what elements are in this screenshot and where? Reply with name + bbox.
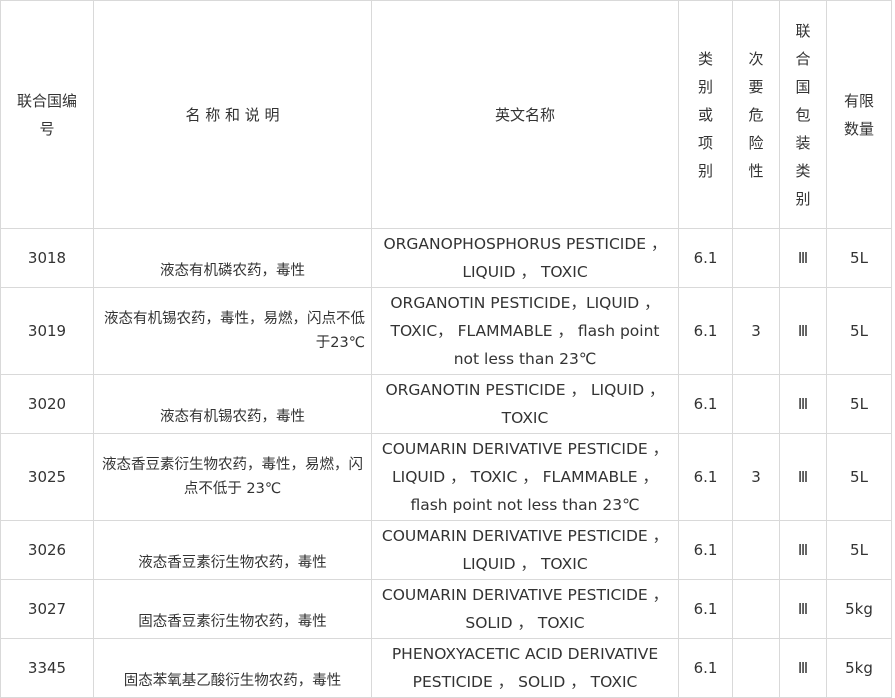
- name-description-cell: 固态苯氧基乙酸衍生物农药，毒性: [93, 638, 372, 698]
- limited-quantity-cell: 5L: [826, 374, 892, 434]
- class-cell: 6.1: [678, 638, 733, 698]
- english-name-cell: PHENOXYACETIC ACID DERIVATIVE PESTICIDE …: [371, 638, 679, 698]
- header-name-description: 名 称 和 说 明: [93, 0, 372, 229]
- class-cell: 6.1: [678, 287, 733, 375]
- table-row: 3019 液态有机锡农药，毒性，易燃，闪点不低于23℃ ORGANOTIN PE…: [0, 287, 892, 375]
- limited-quantity-cell: 5L: [826, 287, 892, 375]
- packing-group-cell: Ⅲ: [779, 520, 827, 580]
- name-description-cell: 液态香豆素衍生物农药，毒性，易燃，闪点不低于 23℃: [93, 433, 372, 521]
- packing-group-cell: Ⅲ: [779, 638, 827, 698]
- packing-group-cell: Ⅲ: [779, 579, 827, 639]
- header-subsidiary-risk: 次要危险性: [732, 0, 780, 229]
- table-row: 3025 液态香豆素衍生物农药，毒性，易燃，闪点不低于 23℃ COUMARIN…: [0, 433, 892, 521]
- name-description-cell: 液态有机锡农药，毒性: [93, 374, 372, 434]
- english-name-cell: COUMARIN DERIVATIVE PESTICIDE ， SOLID ， …: [371, 579, 679, 639]
- header-packing-group: 联合国包装类别: [779, 0, 827, 229]
- un-number-cell: 3345: [0, 638, 94, 698]
- subsidiary-risk-cell: [732, 638, 780, 698]
- un-number-cell: 3019: [0, 287, 94, 375]
- header-limited-quantity: 有限数量: [826, 0, 892, 229]
- class-cell: 6.1: [678, 433, 733, 521]
- class-cell: 6.1: [678, 374, 733, 434]
- un-number-cell: 3025: [0, 433, 94, 521]
- subsidiary-risk-cell: 3: [732, 433, 780, 521]
- subsidiary-risk-cell: [732, 579, 780, 639]
- english-name-cell: COUMARIN DERIVATIVE PESTICIDE ， LIQUID ，…: [371, 433, 679, 521]
- packing-group-cell: Ⅲ: [779, 287, 827, 375]
- name-description-cell: 液态有机锡农药，毒性，易燃，闪点不低于23℃: [93, 287, 372, 375]
- packing-group-cell: Ⅲ: [779, 374, 827, 434]
- dangerous-goods-table: 联合国编号 名 称 和 说 明 英文名称 类别或项别 次要危险性 联合国包装类别…: [0, 0, 892, 698]
- subsidiary-risk-cell: [732, 228, 780, 288]
- name-description-cell: 液态香豆素衍生物农药，毒性: [93, 520, 372, 580]
- english-name-cell: ORGANOTIN PESTICIDE ， LIQUID ， TOXIC: [371, 374, 679, 434]
- table-row: 3027 固态香豆素衍生物农药，毒性 COUMARIN DERIVATIVE P…: [0, 579, 892, 639]
- limited-quantity-cell: 5kg: [826, 638, 892, 698]
- name-description-cell: 固态香豆素衍生物农药，毒性: [93, 579, 372, 639]
- english-name-cell: ORGANOPHOSPHORUS PESTICIDE ， LIQUID ， TO…: [371, 228, 679, 288]
- limited-quantity-cell: 5L: [826, 228, 892, 288]
- un-number-cell: 3018: [0, 228, 94, 288]
- un-number-cell: 3026: [0, 520, 94, 580]
- name-description-cell: 液态有机磷农药，毒性: [93, 228, 372, 288]
- table-row: 3020 液态有机锡农药，毒性 ORGANOTIN PESTICIDE ， LI…: [0, 374, 892, 434]
- subsidiary-risk-cell: [732, 374, 780, 434]
- subsidiary-risk-cell: [732, 520, 780, 580]
- limited-quantity-cell: 5kg: [826, 579, 892, 639]
- table-header-row: 联合国编号 名 称 和 说 明 英文名称 类别或项别 次要危险性 联合国包装类别…: [0, 0, 892, 229]
- un-number-cell: 3020: [0, 374, 94, 434]
- header-class: 类别或项别: [678, 0, 733, 229]
- subsidiary-risk-cell: 3: [732, 287, 780, 375]
- table-row: 3018 液态有机磷农药，毒性 ORGANOPHOSPHORUS PESTICI…: [0, 228, 892, 288]
- packing-group-cell: Ⅲ: [779, 228, 827, 288]
- un-number-cell: 3027: [0, 579, 94, 639]
- class-cell: 6.1: [678, 228, 733, 288]
- limited-quantity-cell: 5L: [826, 433, 892, 521]
- packing-group-cell: Ⅲ: [779, 433, 827, 521]
- header-english-name: 英文名称: [371, 0, 679, 229]
- table-row: 3345 固态苯氧基乙酸衍生物农药，毒性 PHENOXYACETIC ACID …: [0, 638, 892, 698]
- english-name-cell: ORGANOTIN PESTICIDE，LIQUID ，TOXIC， FLAMM…: [371, 287, 679, 375]
- class-cell: 6.1: [678, 579, 733, 639]
- header-un-number: 联合国编号: [0, 0, 94, 229]
- english-name-cell: COUMARIN DERIVATIVE PESTICIDE ， LIQUID ，…: [371, 520, 679, 580]
- limited-quantity-cell: 5L: [826, 520, 892, 580]
- table-row: 3026 液态香豆素衍生物农药，毒性 COUMARIN DERIVATIVE P…: [0, 520, 892, 580]
- class-cell: 6.1: [678, 520, 733, 580]
